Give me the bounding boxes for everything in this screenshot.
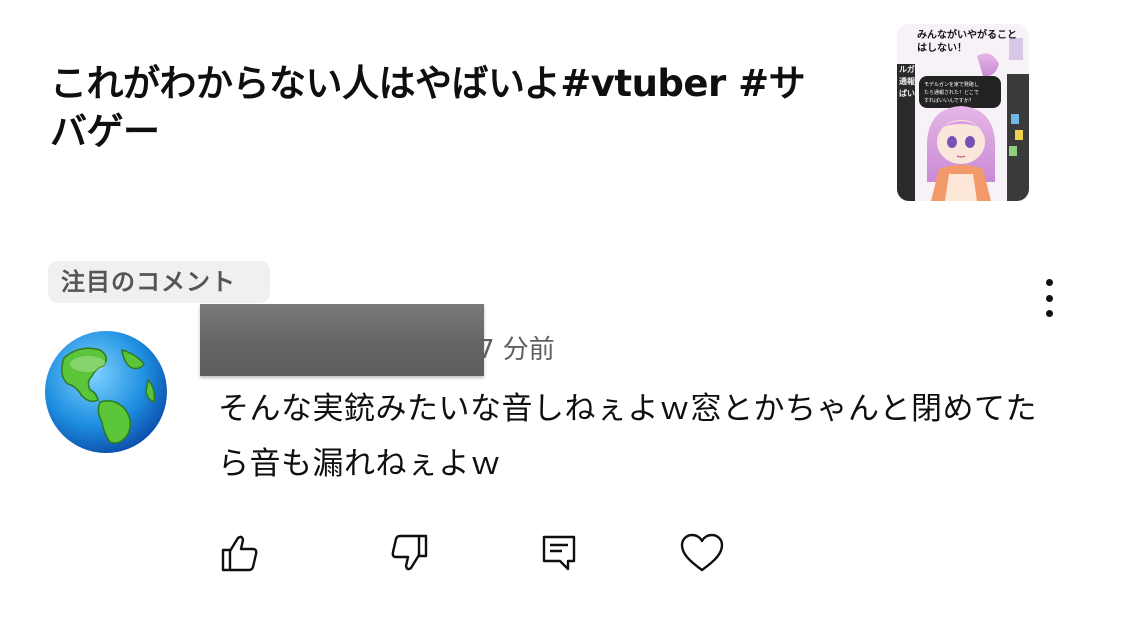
thumbs-up-icon: [221, 535, 258, 572]
thumbnail-headline-2: はしない！: [917, 42, 967, 54]
thumbnail-side-text-3: ばい: [899, 88, 915, 98]
thumbs-down-icon: [391, 534, 428, 571]
thumbnail-headline-1: みんながいやがること: [917, 28, 1017, 41]
thumbnail-bubble-3: すればいいんですか？: [924, 97, 974, 104]
thumbnail-bubble-2: たら通報された！どこで: [924, 89, 979, 96]
reply-button[interactable]: [535, 529, 583, 577]
highlighted-comment-chip: 注目のコメント: [48, 261, 270, 303]
avatar[interactable]: [44, 330, 168, 454]
author-name-redacted: [200, 304, 484, 376]
thumbnail-bubble-1: モデルガンを家で発砲し: [924, 81, 979, 88]
video-thumbnail[interactable]: みんながいやがること はしない！ ルガ 通報 ばい モデルガンを家で発砲し たら…: [897, 24, 1029, 201]
like-button[interactable]: [216, 529, 264, 577]
comment-timestamp[interactable]: 7 分前: [478, 334, 555, 366]
thumbnail-side-text-1: ルガ: [899, 64, 915, 74]
heart-button[interactable]: [678, 529, 726, 577]
thumbnail-image: みんながいやがること はしない！ ルガ 通報 ばい モデルガンを家で発砲し たら…: [897, 24, 1029, 201]
heart-icon: [680, 533, 724, 572]
dislike-button[interactable]: [385, 529, 433, 577]
comment-text: そんな実銃みたいな音しねぇよｗ窓とかちゃんと閉めてたら音も漏れねぇよｗ: [218, 391, 1037, 482]
more-vertical-icon: [1045, 279, 1053, 286]
thumbnail-side-text-2: 通報: [899, 76, 916, 86]
reply-comment-icon: [542, 535, 576, 571]
globe-avatar-image: [45, 331, 167, 453]
more-vertical-icon-dot: [1045, 294, 1053, 302]
more-options-button[interactable]: [1034, 277, 1064, 319]
more-vertical-icon-dot: [1045, 310, 1053, 317]
video-title[interactable]: これがわからない人はやばいよ#vtuber #サバゲー: [50, 60, 830, 156]
